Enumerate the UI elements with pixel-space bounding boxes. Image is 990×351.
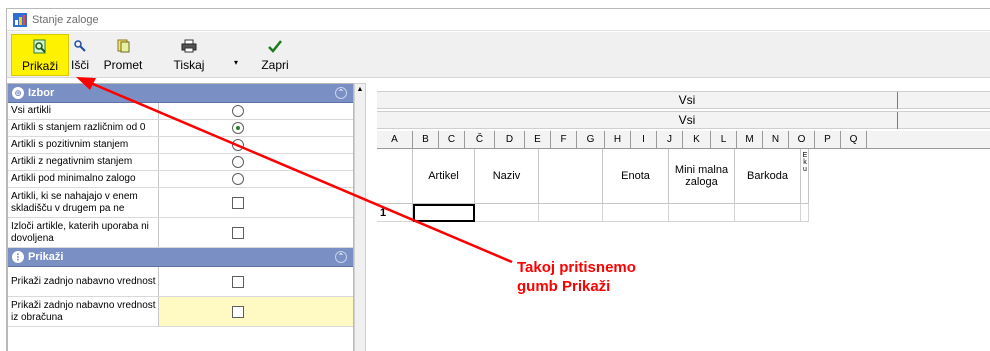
annotation-arrow	[76, 77, 513, 264]
annotation-text: Takoj pritisnemo gumb Prikaži	[517, 259, 636, 295]
